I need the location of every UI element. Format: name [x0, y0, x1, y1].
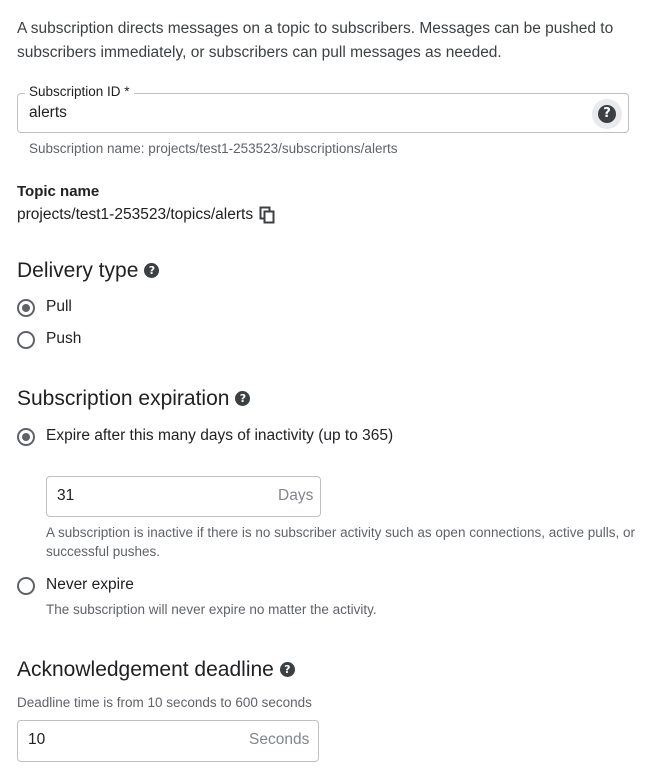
delivery-type-heading: Delivery type?: [17, 258, 160, 284]
subscription-id-label: Subscription ID *: [25, 84, 134, 100]
subscription-name-hint: Subscription name: projects/test1-253523…: [29, 141, 398, 156]
delivery-type-title: Delivery type: [17, 259, 139, 282]
subscription-expiration-title: Subscription expiration: [17, 387, 230, 410]
subscription-expiration-heading: Subscription expiration?: [17, 386, 251, 412]
create-subscription-form: A subscription directs messages on a top…: [0, 0, 657, 775]
never-expire-label: Never expire: [46, 576, 134, 593]
help-icon[interactable]: ?: [279, 661, 295, 677]
pull-label: Pull: [46, 298, 72, 315]
ack-deadline-title: Acknowledgement deadline: [17, 658, 274, 681]
pull-radio[interactable]: [17, 299, 35, 317]
ack-deadline-heading: Acknowledgement deadline?: [17, 657, 295, 683]
help-circle-icon: ?: [598, 105, 616, 123]
push-radio[interactable]: [17, 331, 35, 349]
intro-text: A subscription directs messages on a top…: [17, 20, 614, 61]
expire-label: Expire after this many days of inactivit…: [46, 427, 394, 444]
ack-deadline-hint: Deadline time is from 10 seconds to 600 …: [17, 695, 312, 710]
copy-icon[interactable]: [259, 206, 275, 224]
help-icon[interactable]: ?: [144, 262, 160, 278]
topic-path: projects/test1-253523/topics/alerts: [17, 206, 254, 223]
expiration-days-input[interactable]: 31: [57, 487, 74, 505]
subscription-id-input[interactable]: alerts: [29, 104, 67, 122]
inactive-hint: A subscription is inactive if there is n…: [46, 525, 636, 559]
never-expire-hint: The subscription will never expire no ma…: [46, 602, 377, 617]
ack-deadline-input[interactable]: 10: [28, 731, 45, 749]
never-expire-radio[interactable]: [17, 577, 35, 595]
push-label: Push: [46, 330, 82, 347]
topic-name-row: projects/test1-253523/topics/alerts: [17, 206, 275, 224]
seconds-unit: Seconds: [249, 731, 310, 748]
expire-radio[interactable]: [17, 428, 35, 446]
topic-name-label: Topic name: [17, 183, 100, 200]
subscription-id-help-button[interactable]: ?: [592, 99, 622, 129]
days-unit: Days: [278, 487, 314, 504]
help-icon[interactable]: ?: [235, 390, 251, 406]
